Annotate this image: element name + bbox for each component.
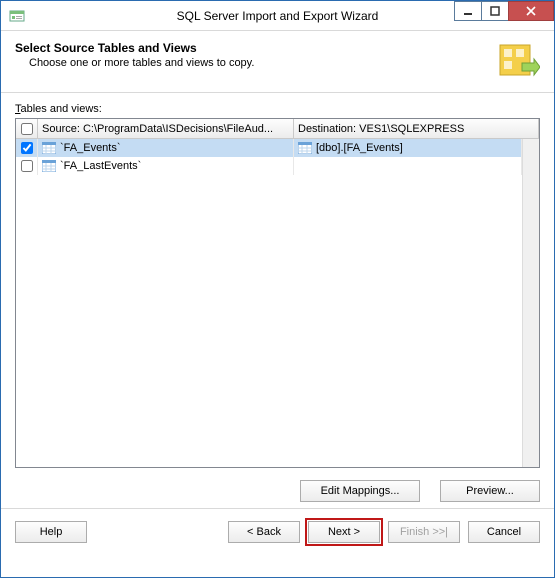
table-row[interactable]: `FA_LastEvents` [16,157,522,175]
table-icon [42,142,56,154]
wizard-header: Select Source Tables and Views Choose on… [1,31,554,93]
column-header-checkbox[interactable] [16,119,38,139]
page-title: Select Source Tables and Views [15,41,494,55]
edit-mappings-button[interactable]: Edit Mappings... [300,480,420,502]
close-button[interactable] [508,1,554,21]
cancel-button[interactable]: Cancel [468,521,540,543]
source-cell: `FA_Events` [60,142,121,154]
wizard-icon [494,39,540,85]
table-row[interactable]: `FA_Events` [dbo].[FA_Events] [16,139,522,157]
column-header-destination[interactable]: Destination: VES1\SQLEXPRESS [294,119,539,139]
wizard-footer: Help < Back Next > Finish >>| Cancel [1,508,554,555]
back-button[interactable]: < Back [228,521,300,543]
source-cell: `FA_LastEvents` [60,160,141,172]
grid-header: Source: C:\ProgramData\ISDecisions\FileA… [16,119,539,139]
app-icon [9,8,25,24]
tables-label: Tables and views: [15,103,540,115]
select-all-checkbox[interactable] [21,123,33,135]
window-controls [455,1,554,23]
finish-button[interactable]: Finish >>| [388,521,460,543]
destination-cell: [dbo].[FA_Events] [316,142,403,154]
row-checkbox[interactable] [21,142,33,154]
minimize-button[interactable] [454,1,482,21]
table-icon [298,142,312,154]
column-header-source[interactable]: Source: C:\ProgramData\ISDecisions\FileA… [38,119,294,139]
preview-button[interactable]: Preview... [440,480,540,502]
help-button[interactable]: Help [15,521,87,543]
tables-grid: Source: C:\ProgramData\ISDecisions\FileA… [15,118,540,468]
maximize-button[interactable] [481,1,509,21]
titlebar: SQL Server Import and Export Wizard [1,1,554,31]
row-checkbox[interactable] [21,160,33,172]
table-icon [42,160,56,172]
vertical-scrollbar[interactable] [522,139,539,467]
mapping-button-row: Edit Mappings... Preview... [1,468,554,508]
content-area: Tables and views: Source: C:\ProgramData… [1,93,554,468]
page-subtitle: Choose one or more tables and views to c… [29,57,494,69]
grid-body: `FA_Events` [dbo].[FA_Events] [16,139,539,467]
next-button[interactable]: Next > [308,521,380,543]
